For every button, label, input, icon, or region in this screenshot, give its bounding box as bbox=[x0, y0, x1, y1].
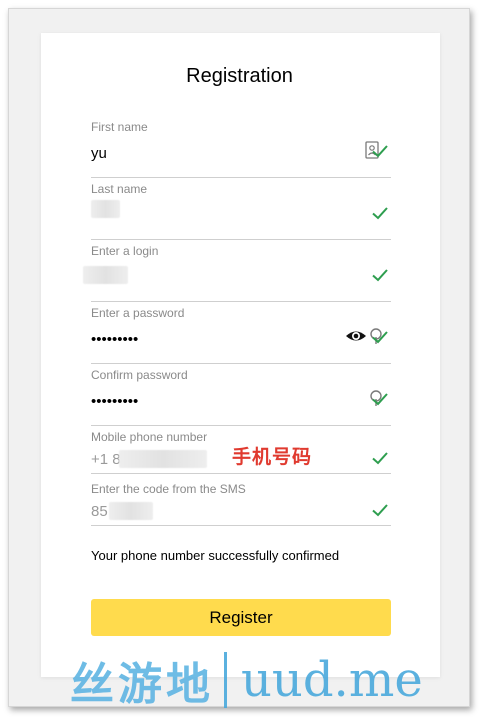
site-watermark: 丝游地 uud.me bbox=[70, 648, 423, 712]
first-name-input[interactable]: yu bbox=[91, 144, 321, 164]
check-icon bbox=[372, 504, 388, 517]
login-label: Enter a login bbox=[91, 244, 159, 258]
confirm-password-label: Confirm password bbox=[91, 368, 188, 382]
phone-label: Mobile phone number bbox=[91, 430, 208, 444]
phone-confirmed-message: Your phone number successfully confirmed bbox=[91, 548, 340, 563]
check-icon bbox=[372, 452, 388, 465]
check-icon bbox=[372, 331, 388, 344]
last-name-label: Last name bbox=[91, 182, 148, 196]
redacted-value bbox=[119, 450, 207, 468]
watermark-chinese: 丝游地 bbox=[70, 659, 214, 710]
last-name-input[interactable] bbox=[91, 206, 321, 226]
first-name-label: First name bbox=[91, 120, 148, 134]
page-title: Registration bbox=[186, 65, 293, 87]
check-icon bbox=[372, 207, 388, 220]
watermark-domain: uud.me bbox=[241, 652, 423, 708]
last-name-field[interactable]: Last name bbox=[91, 182, 391, 240]
sms-code-field[interactable]: Enter the code from the SMS 85 bbox=[91, 482, 391, 526]
register-button[interactable]: Register bbox=[91, 599, 391, 636]
sms-code-label: Enter the code from the SMS bbox=[91, 482, 246, 496]
watermark-divider bbox=[224, 652, 227, 708]
check-icon bbox=[372, 145, 388, 158]
password-field[interactable]: Enter a password ••••••••• bbox=[91, 306, 391, 364]
redacted-value bbox=[109, 502, 153, 520]
login-input[interactable] bbox=[91, 268, 321, 288]
first-name-field[interactable]: First name yu bbox=[91, 120, 391, 178]
phone-annotation: 手机号码 bbox=[232, 446, 313, 468]
password-input[interactable]: ••••••••• bbox=[91, 330, 321, 350]
eye-icon[interactable] bbox=[345, 327, 367, 345]
confirm-password-field[interactable]: Confirm password ••••••••• bbox=[91, 368, 391, 426]
confirm-password-input[interactable]: ••••••••• bbox=[91, 392, 321, 412]
password-label: Enter a password bbox=[91, 306, 185, 320]
check-icon bbox=[372, 393, 388, 406]
login-field[interactable]: Enter a login bbox=[83, 244, 391, 302]
check-icon bbox=[372, 269, 388, 282]
